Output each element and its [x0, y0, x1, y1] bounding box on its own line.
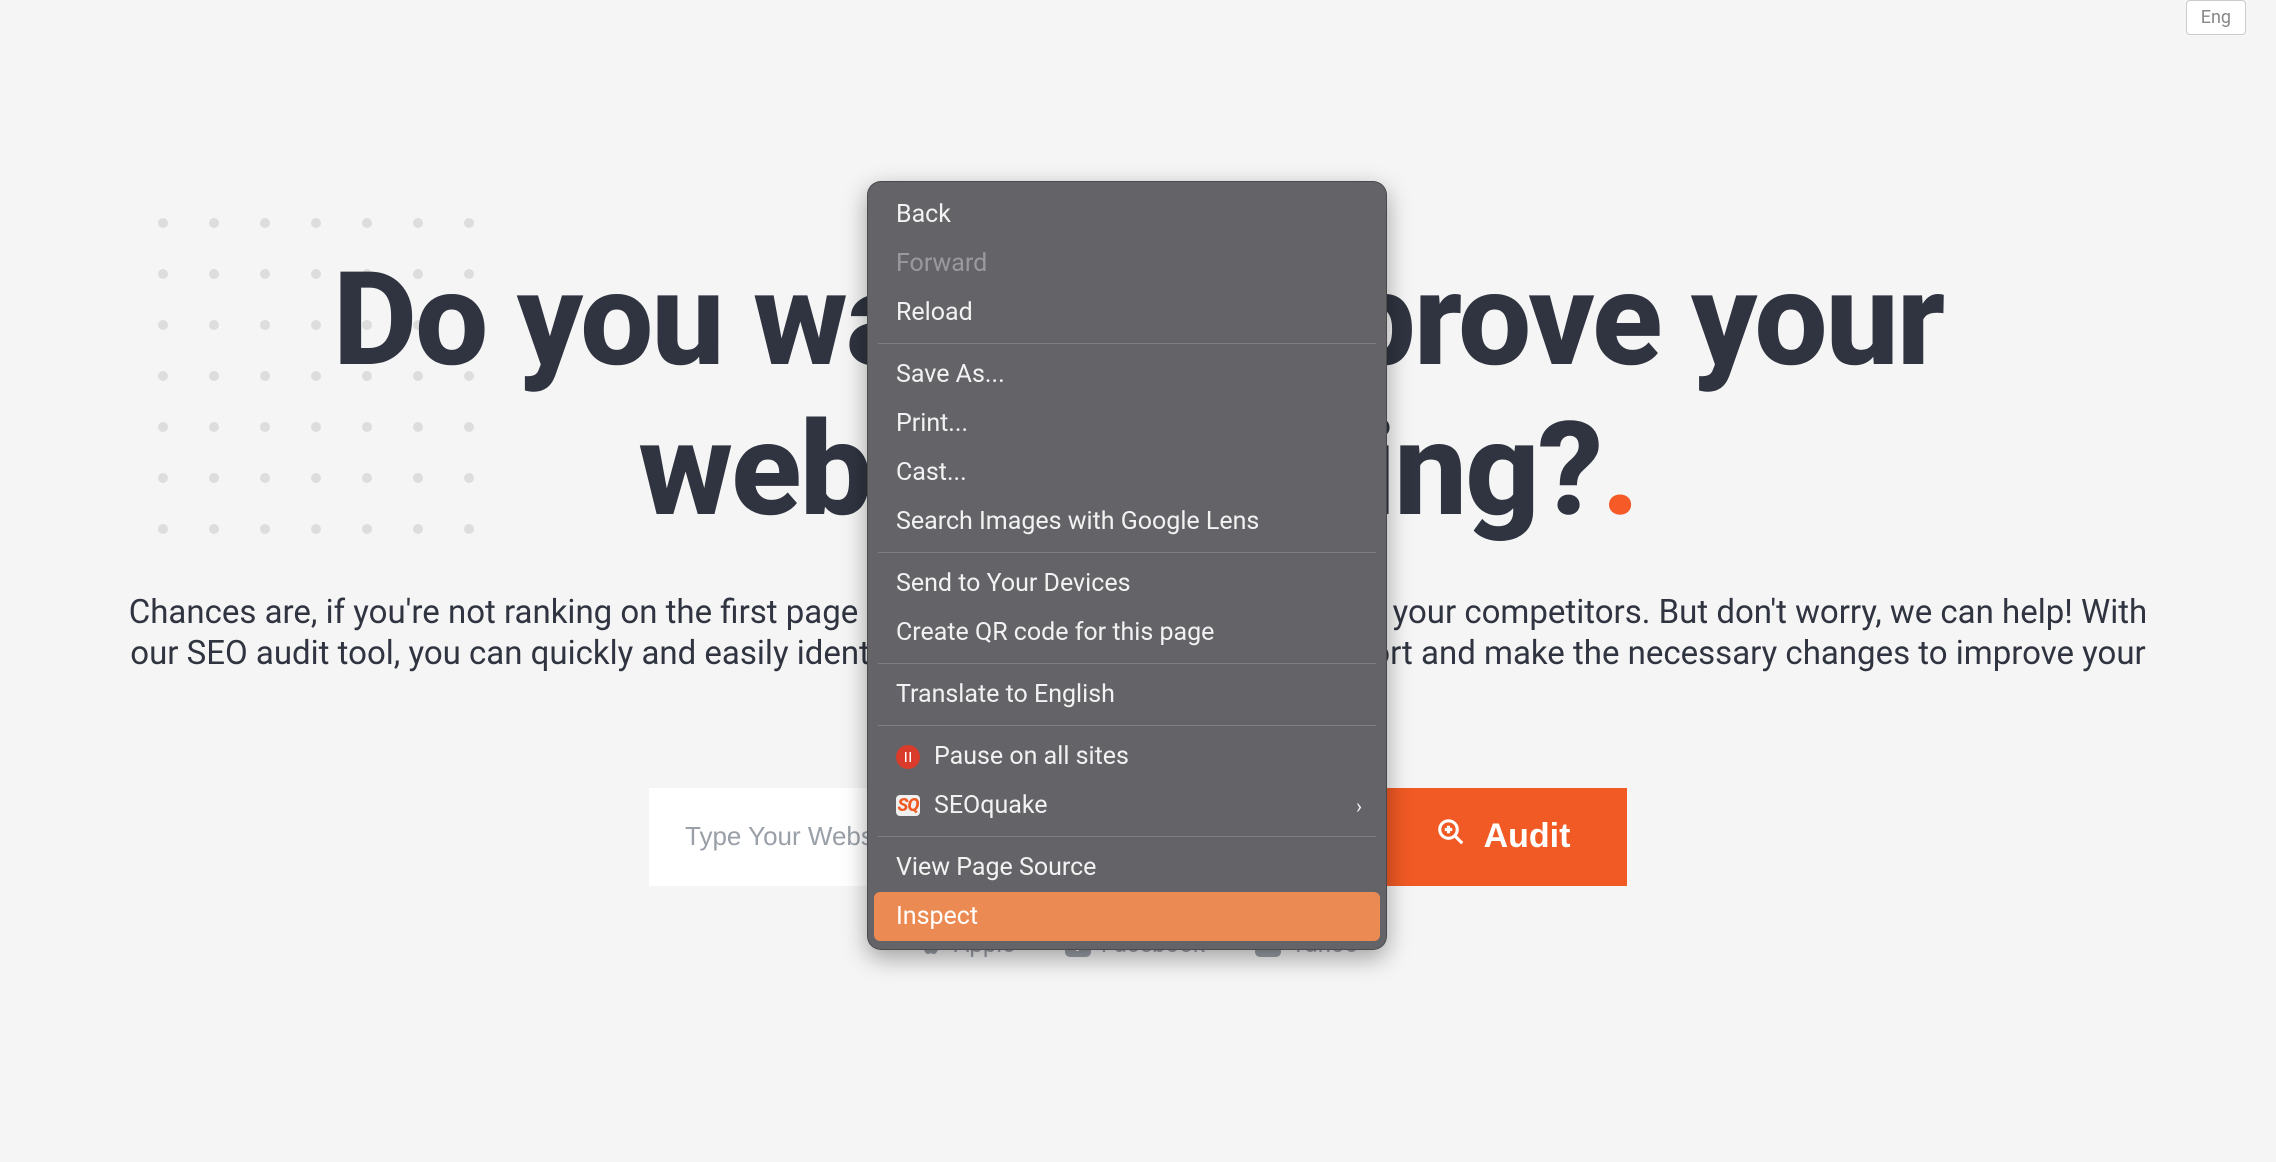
ctx-separator: [878, 343, 1376, 344]
ctx-save-as[interactable]: Save As...: [868, 350, 1386, 399]
ctx-pause-label: Pause on all sites: [934, 742, 1129, 771]
ctx-seoquake[interactable]: SQ SEOquake ›: [868, 781, 1386, 830]
chevron-right-icon: ›: [1356, 794, 1362, 818]
ctx-send-devices[interactable]: Send to Your Devices: [868, 559, 1386, 608]
language-selector[interactable]: Eng: [2186, 0, 2246, 35]
ctx-search-images-label: Search Images with Google Lens: [896, 507, 1259, 536]
ctx-separator: [878, 663, 1376, 664]
ctx-inspect[interactable]: Inspect: [874, 892, 1380, 941]
ctx-back[interactable]: Back: [868, 190, 1386, 239]
pause-hand-icon: [896, 745, 920, 769]
ctx-cast[interactable]: Cast...: [868, 448, 1386, 497]
ctx-create-qr[interactable]: Create QR code for this page: [868, 608, 1386, 657]
ctx-reload[interactable]: Reload: [868, 288, 1386, 337]
context-menu: Back Forward Reload Save As... Print... …: [867, 181, 1387, 950]
ctx-seoquake-label: SEOquake: [934, 791, 1048, 820]
ctx-print-label: Print...: [896, 409, 968, 438]
ctx-forward: Forward: [868, 239, 1386, 288]
ctx-separator: [878, 836, 1376, 837]
ctx-view-source[interactable]: View Page Source: [868, 843, 1386, 892]
ctx-save-as-label: Save As...: [896, 360, 1005, 389]
ctx-send-devices-label: Send to Your Devices: [896, 569, 1130, 598]
ctx-search-images[interactable]: Search Images with Google Lens: [868, 497, 1386, 546]
ctx-back-label: Back: [896, 200, 951, 229]
seoquake-icon: SQ: [896, 794, 920, 818]
ctx-translate-label: Translate to English: [896, 680, 1115, 709]
ctx-reload-label: Reload: [896, 298, 973, 327]
audit-button[interactable]: Audit: [1379, 788, 1627, 886]
ctx-separator: [878, 725, 1376, 726]
search-zoom-icon: [1436, 817, 1466, 856]
ctx-print[interactable]: Print...: [868, 399, 1386, 448]
ctx-translate[interactable]: Translate to English: [868, 670, 1386, 719]
language-label: Eng: [2201, 7, 2231, 28]
ctx-forward-label: Forward: [896, 249, 987, 278]
ctx-view-source-label: View Page Source: [896, 853, 1096, 882]
title-period-accent: .: [1601, 393, 1638, 546]
ctx-pause-sites[interactable]: Pause on all sites: [868, 732, 1386, 781]
ctx-separator: [878, 552, 1376, 553]
ctx-cast-label: Cast...: [896, 458, 967, 487]
audit-button-label: Audit: [1484, 817, 1571, 856]
ctx-create-qr-label: Create QR code for this page: [896, 618, 1214, 647]
ctx-inspect-label: Inspect: [896, 902, 978, 931]
